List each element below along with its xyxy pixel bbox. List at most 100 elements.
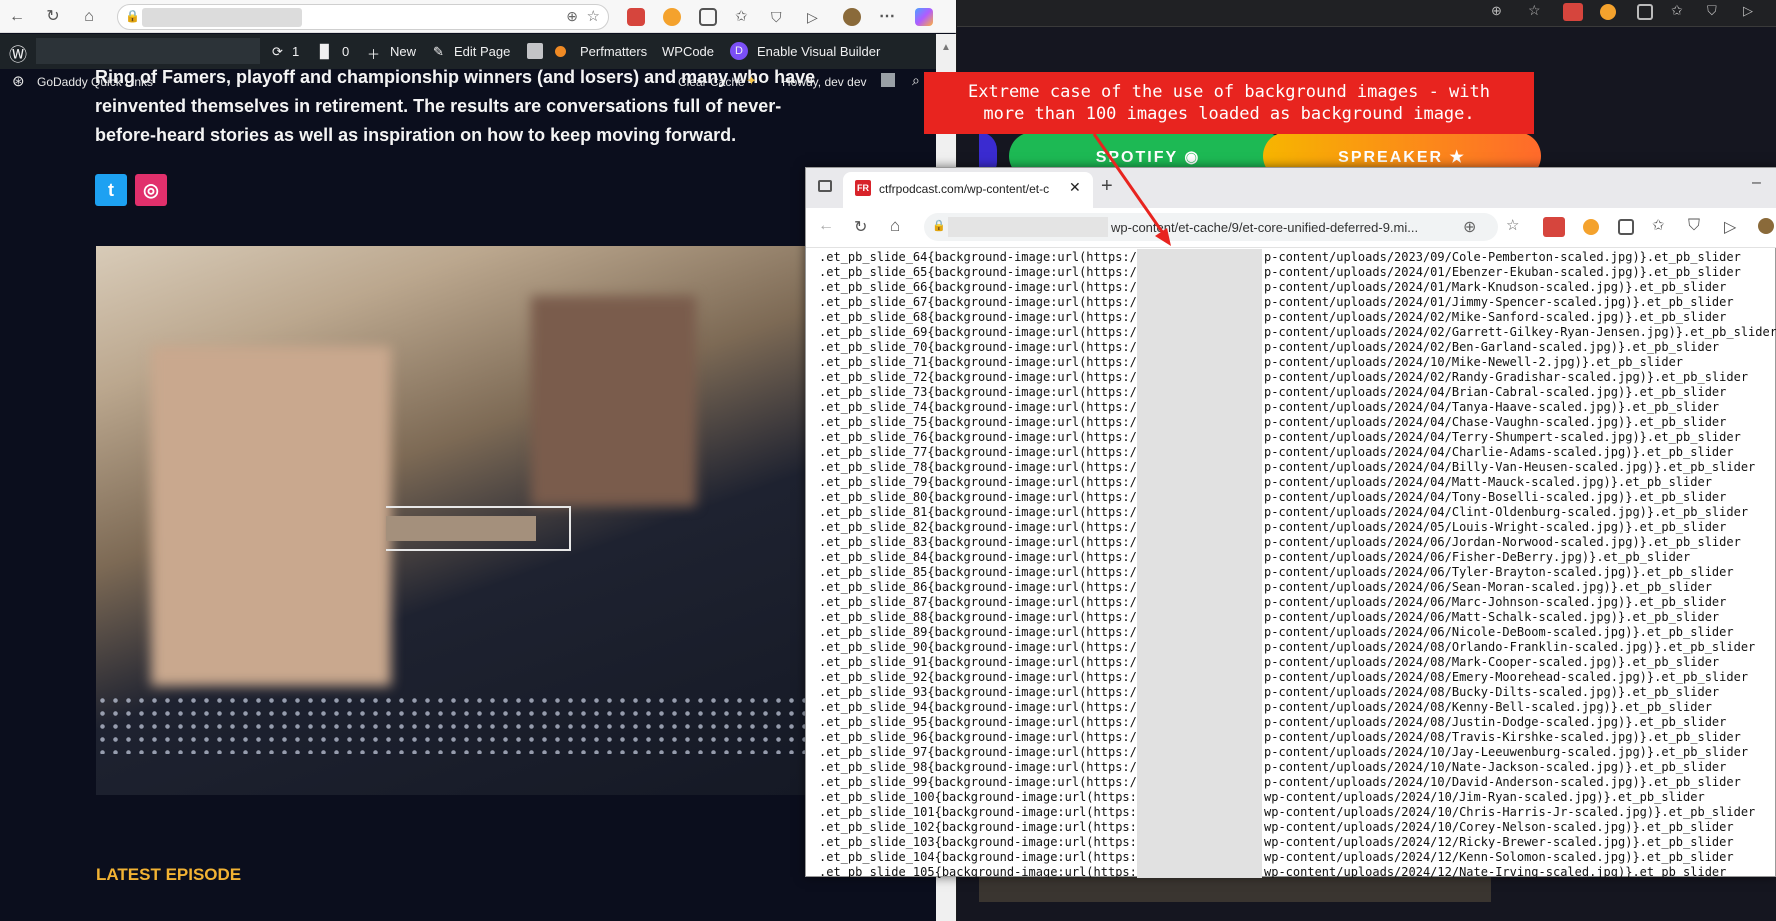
code-line: .et_pb_slide_73{background-image:url(htt…	[819, 385, 1776, 400]
extension-orange-icon[interactable]	[1600, 4, 1616, 20]
extension-new-icon[interactable]	[627, 8, 645, 26]
new-menu[interactable]: New	[390, 44, 416, 59]
favorite-star-icon[interactable]: ☆	[587, 7, 600, 25]
tab-actions-icon[interactable]	[818, 180, 832, 192]
extension-orange-icon[interactable]	[1583, 219, 1599, 235]
address-bar[interactable]: 🔒 ⊕ ☆	[117, 4, 609, 30]
reload-icon[interactable]: ↻	[42, 6, 64, 28]
favorite-star-icon[interactable]: ☆	[1528, 2, 1541, 19]
css-selector: .et_pb_slide_74{background-image:url(htt…	[819, 400, 1137, 414]
extension-new-icon[interactable]	[1543, 217, 1565, 237]
search-icon[interactable]: ⌕	[912, 72, 920, 89]
minimize-icon[interactable]: –	[1752, 174, 1761, 192]
redacted-url	[142, 8, 302, 27]
twitter-icon[interactable]: t	[95, 174, 127, 206]
extension-new-icon[interactable]	[1563, 3, 1583, 21]
shield-icon[interactable]: ⛉	[1707, 3, 1717, 19]
reader-icon[interactable]: ⊕	[1491, 3, 1502, 19]
favorite-star-icon[interactable]: ☆	[1506, 216, 1519, 234]
perfmatters-menu[interactable]: Perfmatters	[580, 44, 647, 59]
profile-avatar[interactable]	[843, 8, 861, 26]
code-line: .et_pb_slide_72{background-image:url(htt…	[819, 370, 1776, 385]
wordpress-logo-icon[interactable]: Ⓦ	[9, 41, 27, 67]
image-path: p-content/uploads/2024/04/Matt-Mauck-sca…	[1264, 475, 1712, 489]
code-line: .et_pb_slide_71{background-image:url(htt…	[819, 355, 1776, 370]
shield-icon[interactable]: ⛉	[771, 8, 789, 26]
image-path: p-content/uploads/2024/06/Marc-Johnson-s…	[1264, 595, 1727, 609]
image-path: p-content/uploads/2024/08/Emery-Moorehea…	[1264, 670, 1749, 684]
image-path: p-content/uploads/2024/04/Billy-Van-Heus…	[1264, 460, 1756, 474]
new-tab-icon[interactable]: +	[1101, 175, 1113, 198]
divi-icon: D	[730, 42, 748, 60]
send-icon[interactable]: ▷	[1743, 3, 1753, 19]
back-icon[interactable]: ←	[6, 6, 28, 28]
css-selector: .et_pb_slide_65{background-image:url(htt…	[819, 265, 1137, 279]
code-line: .et_pb_slide_64{background-image:url(htt…	[819, 250, 1776, 265]
send-icon[interactable]: ▷	[807, 8, 825, 26]
image-path: p-content/uploads/2024/10/Mike-Newell-2.…	[1264, 355, 1684, 369]
copilot-icon[interactable]	[915, 8, 933, 26]
image-path: p-content/uploads/2024/06/Matt-Schalk-sc…	[1264, 610, 1720, 624]
css-source-view[interactable]: .et_pb_slide_64{background-image:url(htt…	[806, 249, 1776, 878]
code-line: .et_pb_slide_65{background-image:url(htt…	[819, 265, 1776, 280]
address-bar[interactable]: 🔒 wp-content/et-cache/9/et-core-unified-…	[924, 213, 1498, 241]
home-icon[interactable]: ⌂	[78, 6, 100, 28]
spotify-label: SPOTIFY	[1095, 149, 1178, 166]
css-selector: .et_pb_slide_94{background-image:url(htt…	[819, 700, 1137, 714]
updates-count[interactable]: 1	[292, 44, 299, 59]
image-path: p-content/uploads/2024/08/Justin-Dodge-s…	[1264, 715, 1727, 729]
favorites-icon[interactable]: ✩	[1671, 2, 1683, 19]
extensions-puzzle-icon[interactable]	[1637, 4, 1653, 20]
more-menu-icon[interactable]: ⋯	[879, 8, 897, 26]
extensions-puzzle-icon[interactable]	[1618, 219, 1634, 235]
close-tab-icon[interactable]: ✕	[1069, 179, 1081, 196]
favorites-icon[interactable]: ✩	[1652, 216, 1665, 234]
css-selector: .et_pb_slide_73{background-image:url(htt…	[819, 385, 1137, 399]
image-path: wp-content/uploads/2024/10/Chris-Harris-…	[1264, 805, 1756, 819]
reader-icon[interactable]: ⊕	[1463, 217, 1476, 237]
code-line: .et_pb_slide_102{background-image:url(ht…	[819, 820, 1776, 835]
wpcode-menu[interactable]: WPCode	[662, 44, 714, 59]
user-avatar[interactable]	[881, 73, 895, 87]
clear-cache-link[interactable]: Clear Cache	[678, 75, 745, 89]
code-line: .et_pb_slide_75{background-image:url(htt…	[819, 415, 1776, 430]
instagram-icon[interactable]: ◎	[135, 174, 167, 206]
image-path: p-content/uploads/2024/06/Sean-Moran-sca…	[1264, 580, 1712, 594]
profile-avatar[interactable]	[1758, 218, 1774, 234]
redacted-site-name	[36, 38, 260, 64]
reader-icon[interactable]: ⊕	[566, 8, 578, 25]
send-icon[interactable]: ▷	[1724, 217, 1736, 237]
comments-count[interactable]: 0	[342, 44, 349, 59]
code-line: .et_pb_slide_85{background-image:url(htt…	[819, 565, 1776, 580]
enable-visual-builder-link[interactable]: Enable Visual Builder	[757, 44, 880, 59]
updates-icon[interactable]: ⟳	[272, 44, 283, 60]
css-selector: .et_pb_slide_69{background-image:url(htt…	[819, 325, 1137, 339]
image-path: p-content/uploads/2024/06/Jordan-Norwood…	[1264, 535, 1741, 549]
favorites-icon[interactable]: ✩	[735, 8, 753, 26]
css-selector: .et_pb_slide_97{background-image:url(htt…	[819, 745, 1137, 759]
extensions-puzzle-icon[interactable]	[699, 8, 717, 26]
back-icon[interactable]: ←	[818, 217, 834, 235]
image-path: p-content/uploads/2024/02/Garrett-Gilkey…	[1264, 325, 1776, 339]
edit-page-link[interactable]: Edit Page	[454, 44, 510, 59]
scroll-up-icon[interactable]: ▲	[941, 42, 951, 53]
tab-stylesheet[interactable]: FR ctfrpodcast.com/wp-content/et-c ✕	[843, 172, 1093, 208]
code-line: .et_pb_slide_101{background-image:url(ht…	[819, 805, 1776, 820]
code-line: .et_pb_slide_69{background-image:url(htt…	[819, 325, 1776, 340]
comments-icon[interactable]: ▉	[320, 44, 330, 60]
css-selector: .et_pb_slide_70{background-image:url(htt…	[819, 340, 1137, 354]
shield-icon[interactable]: ⛉	[1688, 217, 1700, 235]
css-selector: .et_pb_slide_100{background-image:url(ht…	[819, 790, 1137, 804]
image-path: p-content/uploads/2024/04/Chase-Vaughn-s…	[1264, 415, 1727, 429]
code-line: .et_pb_slide_74{background-image:url(htt…	[819, 400, 1776, 415]
yoast-icon[interactable]	[527, 43, 543, 59]
image-path: p-content/uploads/2024/10/Nate-Jackson-s…	[1264, 760, 1727, 774]
reload-icon[interactable]: ↻	[854, 217, 867, 237]
godaddy-quick-links[interactable]: GoDaddy Quick Links	[37, 75, 153, 89]
extension-orange-icon[interactable]	[663, 8, 681, 26]
home-icon[interactable]: ⌂	[890, 216, 900, 236]
code-line: .et_pb_slide_70{background-image:url(htt…	[819, 340, 1776, 355]
css-selector: .et_pb_slide_102{background-image:url(ht…	[819, 820, 1137, 834]
howdy-user[interactable]: Howdy, dev dev	[782, 75, 867, 89]
css-selector: .et_pb_slide_86{background-image:url(htt…	[819, 580, 1137, 594]
